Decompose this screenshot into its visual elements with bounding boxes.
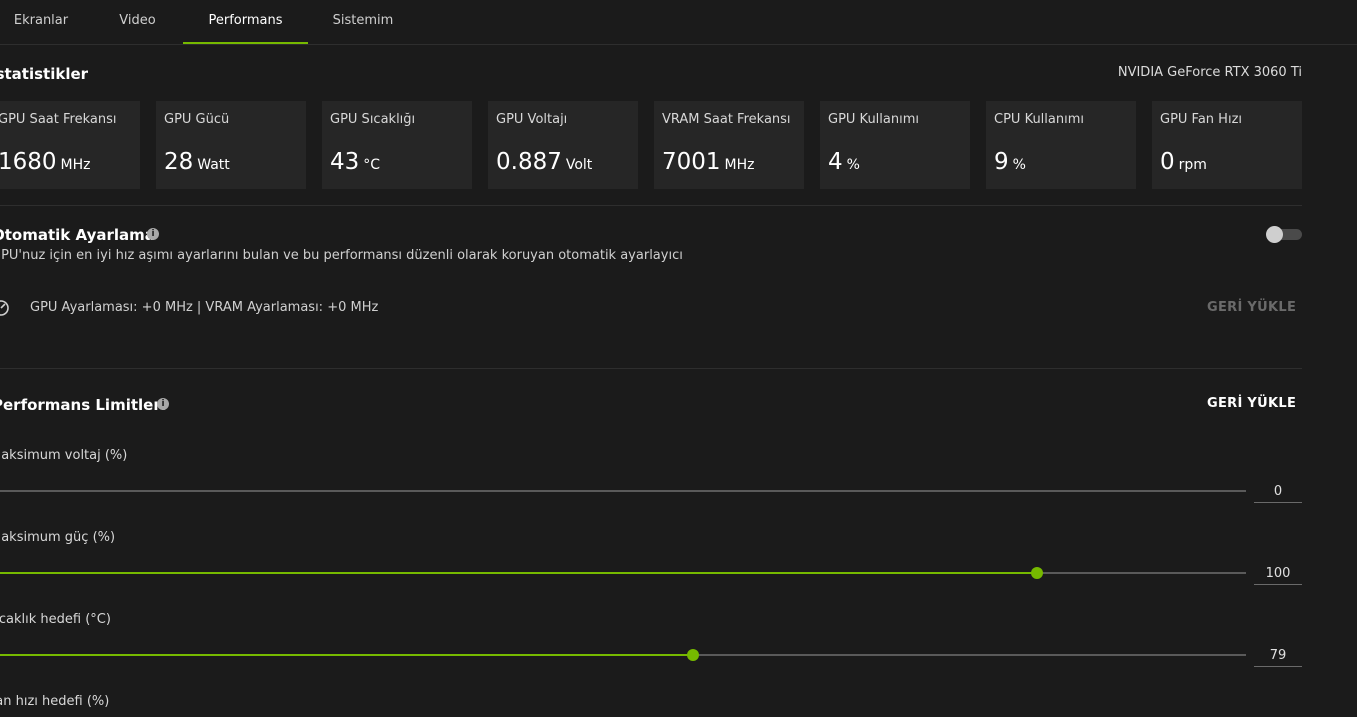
tab-performans[interactable]: Performans	[183, 0, 308, 44]
stat-value: 0 rpm	[1160, 149, 1207, 175]
stat-label: GPU Saat Frekansı	[0, 112, 117, 127]
divider	[0, 205, 1302, 206]
stat-value: 1680 MHz	[0, 149, 91, 175]
stat-card-gpu-voltage: GPU Voltajı 0.887 Volt	[488, 101, 638, 189]
tab-ekranlar[interactable]: Ekranlar	[0, 0, 82, 44]
max-voltage-slider[interactable]	[0, 485, 1246, 497]
stat-label: VRAM Saat Frekansı	[662, 112, 791, 127]
stat-value: 43 °C	[330, 149, 381, 175]
divider	[0, 368, 1302, 369]
limits-title: Performans Limitleri	[0, 396, 166, 414]
slider-thumb[interactable]	[686, 649, 699, 661]
stat-value: 7001 MHz	[662, 149, 755, 175]
auto-tune-adjustment: GPU Ayarlaması: +0 MHz | VRAM Ayarlaması…	[30, 300, 379, 315]
stat-label: GPU Fan Hızı	[1160, 112, 1243, 127]
stat-label: GPU Gücü	[164, 112, 230, 127]
stat-value: 9%	[994, 149, 1026, 175]
stat-unit: Watt	[197, 157, 230, 173]
slider-fill	[0, 654, 693, 656]
slider-thumb[interactable]	[1030, 567, 1043, 579]
stat-unit: MHz	[724, 157, 755, 173]
auto-tune-description: GPU'nuz için en iyi hız aşımı ayarlarını…	[0, 248, 683, 263]
tab-bar: Ekranlar Video Performans Sistemim	[0, 0, 1357, 45]
stat-card-cpu-usage: CPU Kullanımı 9%	[986, 101, 1136, 189]
slider-label-fan-target: Fan hızı hedefi (%)	[0, 694, 110, 709]
toggle-knob	[1266, 226, 1283, 243]
stat-unit: %	[846, 157, 860, 173]
max-voltage-input[interactable]: 0	[1254, 482, 1302, 503]
max-power-slider[interactable]	[0, 567, 1246, 579]
gpu-name: NVIDIA GeForce RTX 3060 Ti	[1117, 65, 1302, 80]
stat-card-gpu-power: GPU Gücü 28 Watt	[156, 101, 306, 189]
stat-card-gpu-clock: GPU Saat Frekansı 1680 MHz	[0, 101, 140, 189]
slider-label-max-power: Maksimum güç (%)	[0, 530, 116, 545]
stat-unit: rpm	[1178, 157, 1207, 173]
gauge-icon	[0, 300, 9, 316]
stat-card-fan-speed: GPU Fan Hızı 0 rpm	[1152, 101, 1302, 189]
slider-fill	[0, 572, 1037, 574]
stat-unit: %	[1012, 157, 1026, 173]
auto-tune-reset-button[interactable]: GERİ YÜKLE	[1207, 300, 1296, 315]
limits-reset-button[interactable]: GERİ YÜKLE	[1207, 396, 1296, 411]
auto-tune-title: Otomatik Ayarlama	[0, 226, 155, 244]
stat-label: CPU Kullanımı	[994, 112, 1084, 127]
slider-label-max-voltage: Maksimum voltaj (%)	[0, 448, 128, 463]
auto-tune-toggle[interactable]	[1266, 226, 1302, 243]
info-icon[interactable]: i	[147, 228, 159, 240]
stat-label: GPU Voltajı	[496, 112, 568, 127]
stat-value: 0.887 Volt	[496, 149, 593, 175]
tab-sistemim[interactable]: Sistemim	[318, 0, 408, 44]
stat-card-gpu-temp: GPU Sıcaklığı 43 °C	[322, 101, 472, 189]
stat-value: 4%	[828, 149, 860, 175]
stat-unit: °C	[363, 157, 381, 173]
stat-unit: MHz	[60, 157, 91, 173]
stat-value: 28 Watt	[164, 149, 230, 175]
slider-label-temp-target: Sıcaklık hedefi (°C)	[0, 612, 111, 627]
stats-title: İstatistikler	[0, 65, 89, 83]
tab-video[interactable]: Video	[95, 0, 180, 44]
stat-label: GPU Sıcaklığı	[330, 112, 416, 127]
stat-label: GPU Kullanımı	[828, 112, 919, 127]
info-icon[interactable]: i	[157, 398, 169, 410]
stat-card-vram-clock: VRAM Saat Frekansı 7001 MHz	[654, 101, 804, 189]
stat-card-gpu-usage: GPU Kullanımı 4%	[820, 101, 970, 189]
temp-target-slider[interactable]	[0, 649, 1246, 661]
temp-target-input[interactable]: 79	[1254, 646, 1302, 667]
max-power-input[interactable]: 100	[1254, 564, 1302, 585]
stat-unit: Volt	[565, 157, 593, 173]
slider-rail	[0, 490, 1246, 492]
